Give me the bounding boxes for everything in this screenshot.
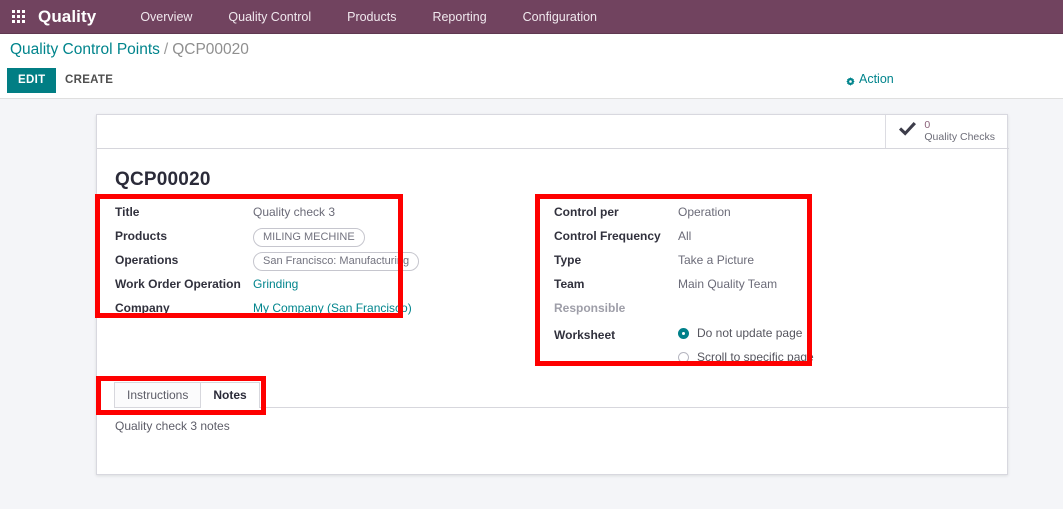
tab-instructions[interactable]: Instructions [114,382,202,407]
field-row-title: Title Quality check 3 [115,201,415,224]
nav-item-overview[interactable]: Overview [122,0,210,34]
nav-item-configuration[interactable]: Configuration [505,0,615,34]
nav-item-quality-control[interactable]: Quality Control [210,0,329,34]
field-value-control-per: Operation [678,205,731,219]
action-label: Action [859,72,894,86]
field-label-work-order-operation: Work Order Operation [115,277,241,291]
field-label-company: Company [115,301,170,315]
field-value-company[interactable]: My Company (San Francisco) [253,297,412,320]
page-title: QCP00020 [115,169,211,190]
field-row-responsible: Responsible [554,297,839,320]
apps-menu-button[interactable] [0,0,36,34]
worksheet-radio-group: Do not update page Scroll to specific pa… [678,321,814,369]
field-row-products: Products MILING MECHINE [115,225,415,248]
gear-icon [846,75,855,86]
button-box-divider [97,148,1009,149]
field-value-title: Quality check 3 [253,205,336,219]
field-row-worksheet: Worksheet Do not update page Scroll to s… [554,321,839,369]
nav-item-reporting[interactable]: Reporting [414,0,504,34]
field-row-team: Team Main Quality Team [554,273,839,296]
field-label-title: Title [115,205,140,219]
stat-label-quality-checks: Quality Checks [924,130,995,143]
field-value-control-frequency: All [678,229,692,243]
field-badge-products[interactable]: MILING MECHINE [253,228,365,248]
notebook-tab-strip: Instructions Notes [114,382,1009,408]
control-panel: EDIT CREATE Action [0,65,1063,99]
field-row-operations: Operations San Francisco: Manufacturing [115,249,420,272]
field-label-worksheet: Worksheet [554,327,616,342]
radio-scroll-to-specific-page-icon[interactable] [678,351,689,363]
worksheet-option-scroll-to-page[interactable]: Scroll to specific page [678,345,814,369]
nav-item-products[interactable]: Products [329,0,414,34]
edit-button[interactable]: EDIT [7,68,57,93]
field-label-operations: Operations [115,253,179,267]
radio-label-scroll-to-specific-page[interactable]: Scroll to specific page [697,350,814,364]
breadcrumb: Quality Control Points / QCP00020 [0,34,1063,65]
field-row-type: Type Take a Picture [554,249,839,272]
field-value-type: Take a Picture [678,253,755,267]
field-row-control-per: Control per Operation [554,201,839,224]
field-badge-operations[interactable]: San Francisco: Manufacturing [253,252,420,272]
radio-label-do-not-update-page[interactable]: Do not update page [697,326,802,340]
field-label-control-frequency: Control Frequency [554,229,661,243]
stat-button-box: 0 Quality Checks [885,115,1007,148]
breadcrumb-parent-link[interactable]: Quality Control Points [10,41,160,59]
breadcrumb-separator: / [163,40,169,58]
field-label-products: Products [115,229,168,243]
apps-grid-icon [11,10,25,23]
tab-notes[interactable]: Notes [200,382,260,408]
app-brand-quality[interactable]: Quality [38,7,96,27]
notebook: Instructions Notes Quality check 3 notes [97,382,1009,444]
field-group-right: Control per Operation Control Frequency … [554,201,839,370]
form-sheet: 0 Quality Checks QCP00020 Title Quality … [96,114,1009,475]
field-label-team: Team [554,277,585,291]
field-label-type: Type [554,253,582,267]
radio-do-not-update-page-icon[interactable] [678,327,689,339]
field-value-work-order-operation[interactable]: Grinding [253,273,298,296]
stat-button-quality-checks[interactable]: 0 Quality Checks [885,115,1007,148]
field-row-work-order-operation: Work Order Operation Grinding [115,273,415,296]
field-label-control-per: Control per [554,205,619,219]
field-group-left: Title Quality check 3 Products MILING ME… [115,201,420,321]
top-navbar: Quality Overview Quality Control Product… [0,0,1063,34]
check-icon [899,122,917,141]
field-label-responsible: Responsible [554,301,626,315]
create-button[interactable]: CREATE [55,68,123,93]
breadcrumb-current: QCP00020 [172,40,249,58]
field-row-control-frequency: Control Frequency All [554,225,839,248]
stat-value-quality-checks: 0 [924,119,931,132]
field-value-team: Main Quality Team [678,277,778,291]
notebook-pane-notes[interactable]: Quality check 3 notes [97,408,1009,444]
worksheet-option-do-not-update[interactable]: Do not update page [678,321,814,345]
field-row-company: Company My Company (San Francisco) [115,297,415,320]
action-menu-button[interactable]: Action [846,72,894,86]
